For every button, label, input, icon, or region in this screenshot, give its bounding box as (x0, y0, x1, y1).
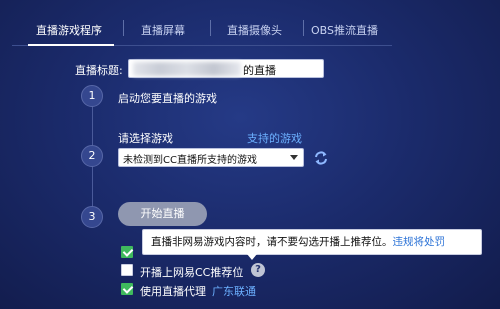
title-suffix: 的直播 (243, 64, 276, 77)
tab-live-camera[interactable]: 直播摄像头 (227, 22, 282, 38)
game-select-value: 未检测到CC直播所支持的游戏 (123, 155, 257, 166)
step-number-3: 3 (81, 206, 103, 228)
supported-games-link[interactable]: 支持的游戏 (247, 130, 302, 146)
tooltip-text: 直播非网易游戏内容时，请不要勾选开播上推荐位。 (151, 236, 393, 248)
step-number-2: 2 (81, 145, 103, 167)
tab-live-game[interactable]: 直播游戏程序 (36, 22, 102, 38)
chevron-down-icon (290, 155, 298, 160)
tab-divider (303, 20, 304, 36)
recommend-slot-checkbox[interactable] (121, 264, 133, 276)
title-input[interactable]: 的直播 (128, 59, 324, 78)
blurred-username (133, 62, 241, 76)
tab-live-screen[interactable]: 直播屏幕 (141, 22, 185, 38)
refresh-icon[interactable] (313, 150, 329, 166)
active-tab-indicator (28, 44, 114, 46)
select-game-label: 请选择游戏 (118, 132, 173, 145)
recommend-slot-label[interactable]: 开播上网易CC推荐位 (140, 264, 243, 280)
warning-tooltip: 直播非网易游戏内容时，请不要勾选开播上推荐位。违规将处罚 (142, 229, 482, 255)
hidden-option-checkbox[interactable] (121, 246, 133, 258)
tab-bar: 直播游戏程序 直播屏幕 直播摄像头 OBS推流直播 (0, 14, 500, 46)
game-select[interactable]: 未检测到CC直播所支持的游戏 (118, 148, 304, 167)
start-live-button[interactable]: 开始直播 (118, 202, 207, 226)
title-label: 直播标题: (75, 64, 123, 77)
violation-link[interactable]: 违规将处罚 (393, 236, 446, 248)
step1-label: 启动您要直播的游戏 (118, 92, 217, 105)
step-number-1: 1 (81, 85, 103, 107)
help-icon[interactable]: ? (251, 263, 265, 277)
tab-divider (123, 20, 124, 36)
proxy-label[interactable]: 使用直播代理 (140, 283, 206, 299)
proxy-provider-link[interactable]: 广东联通 (212, 283, 256, 299)
tab-divider (210, 20, 211, 36)
proxy-checkbox[interactable] (121, 283, 133, 295)
tab-obs-stream[interactable]: OBS推流直播 (311, 22, 378, 38)
tooltip-arrow (247, 254, 257, 260)
